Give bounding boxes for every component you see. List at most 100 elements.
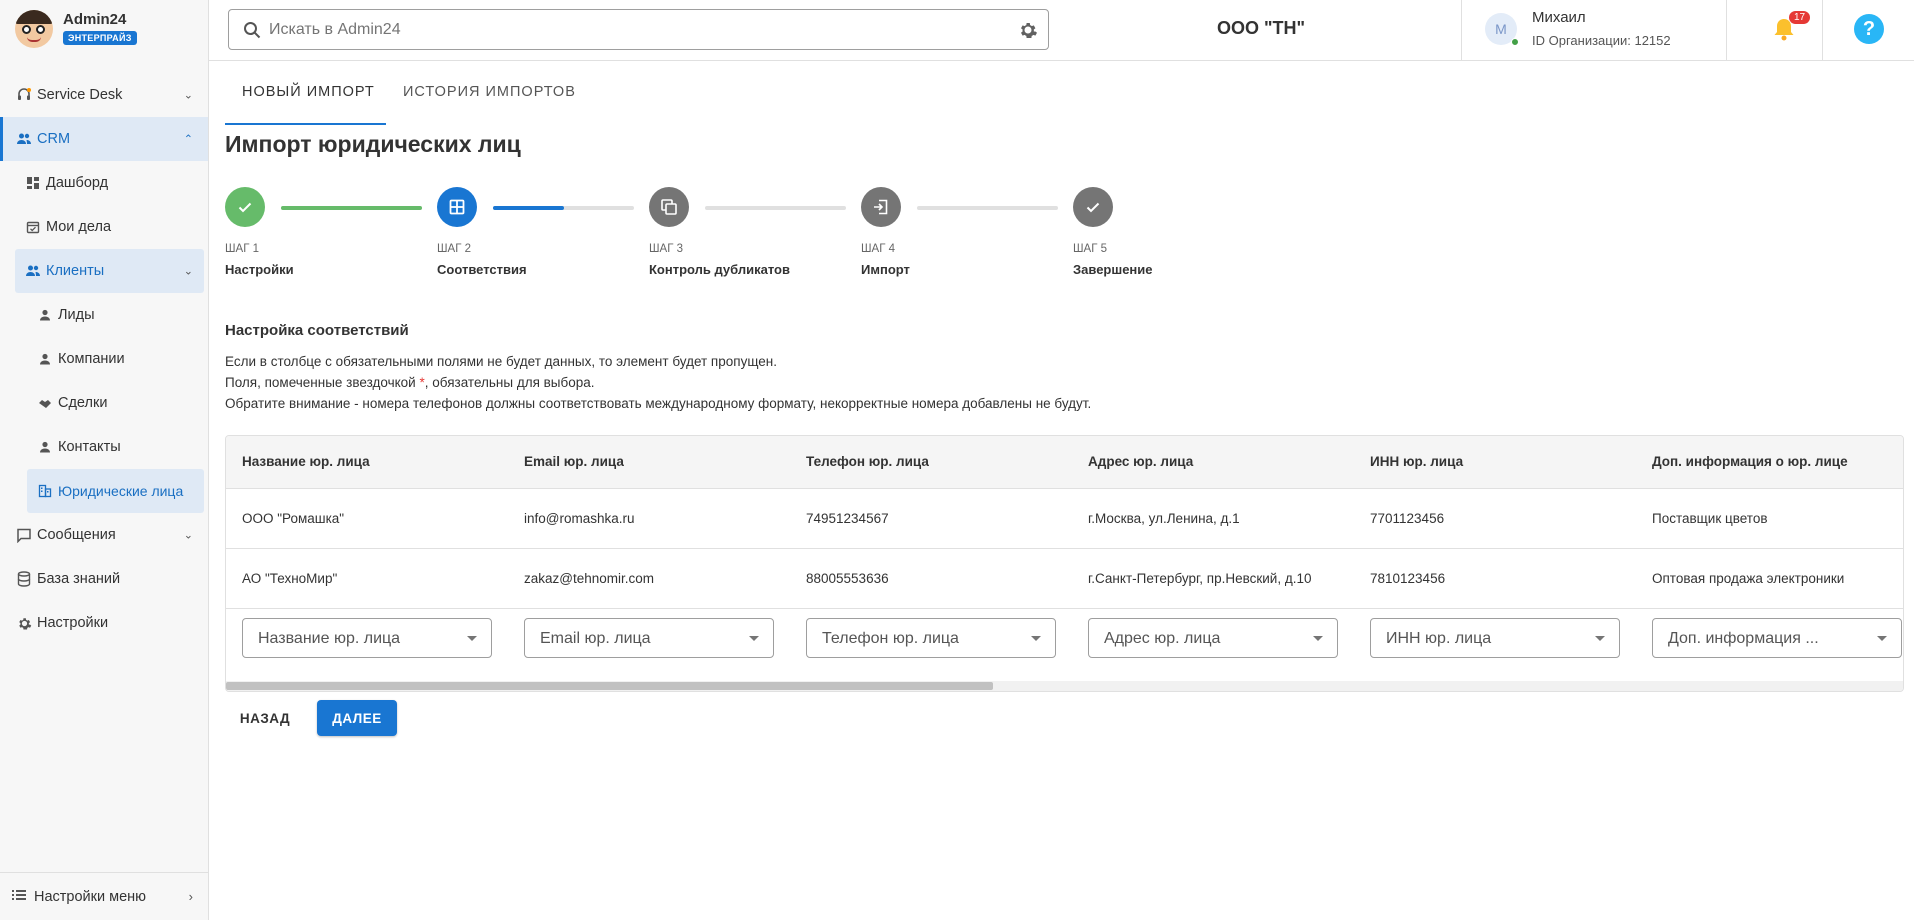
info-text-1: Если в столбце с обязательными полями не… xyxy=(225,354,777,369)
page-title: Импорт юридических лиц xyxy=(225,131,521,157)
database-icon xyxy=(15,570,33,588)
field-mapping-select[interactable]: Название юр. лица xyxy=(242,618,492,658)
brand-name: Admin24 xyxy=(63,11,127,28)
table-cell: info@romashka.ru xyxy=(524,511,635,526)
dropdown-arrow-icon xyxy=(1031,636,1041,641)
sidebar-item-my-tasks[interactable]: Мои дела xyxy=(0,205,208,249)
sidebar-item-crm[interactable]: CRM ⌃ xyxy=(0,117,208,161)
top-header: ООО "ТН" М Михаил ID Организации: 12152 … xyxy=(209,0,1914,61)
online-status-icon xyxy=(1511,38,1519,46)
app-root: Admin24 ЭНТЕРПРАЙЗ Service Desk ⌄ CRM ⌃ xyxy=(0,0,1914,920)
step-4-progress xyxy=(917,206,1058,210)
field-mapping-select[interactable]: Адрес юр. лица xyxy=(1088,618,1338,658)
section-title: Настройка соответствий xyxy=(225,322,409,339)
sidebar-item-companies[interactable]: Компании xyxy=(0,337,208,381)
table-cell: 88005553636 xyxy=(806,571,889,586)
sidebar-item-leads[interactable]: Лиды xyxy=(0,293,208,337)
sidebar-item-label: Дашборд xyxy=(46,175,109,191)
step-label: Завершение xyxy=(1073,262,1153,277)
check-icon xyxy=(1086,202,1100,213)
sidebar-nav: Service Desk ⌄ CRM ⌃ Дашборд Мои дела Кл… xyxy=(0,73,208,645)
person-icon xyxy=(36,350,54,368)
step-label: Настройки xyxy=(225,262,294,277)
sidebar-item-label: Клиенты xyxy=(46,263,105,279)
gear-icon xyxy=(15,614,33,632)
step-3-circle xyxy=(649,187,689,227)
people-icon xyxy=(15,130,33,148)
sidebar-item-contacts[interactable]: Контакты xyxy=(0,425,208,469)
dashboard-icon xyxy=(24,174,42,192)
sidebar-item-service-desk[interactable]: Service Desk ⌄ xyxy=(0,73,208,117)
notifications-button[interactable]: 17 xyxy=(1727,0,1823,61)
chevron-up-icon: ⌃ xyxy=(183,133,193,146)
sidebar-item-legal-entities[interactable]: Юридические лица xyxy=(27,469,204,513)
info-text-2: Поля, помеченные звездочкой *, обязатель… xyxy=(225,375,595,390)
main-content: НОВЫЙ ИМПОРТ ИСТОРИЯ ИМПОРТОВ Импорт юри… xyxy=(225,61,1905,736)
duplicate-icon xyxy=(661,199,677,215)
back-button[interactable]: НАЗАД xyxy=(225,700,305,736)
search-input[interactable] xyxy=(269,20,969,39)
field-mapping-select[interactable]: Доп. информация ... xyxy=(1652,618,1902,658)
field-mapping-select[interactable]: Email юр. лица xyxy=(524,618,774,658)
step-number: ШАГ 3 xyxy=(649,243,684,255)
step-5-circle xyxy=(1073,187,1113,227)
column-header: Название юр. лица xyxy=(242,454,370,469)
chevron-right-icon: › xyxy=(188,889,193,904)
check-icon xyxy=(238,202,252,213)
sidebar-item-settings[interactable]: Настройки xyxy=(0,601,208,645)
person-icon xyxy=(36,438,54,456)
user-name: Михаил xyxy=(1532,9,1586,26)
help-icon[interactable]: ? xyxy=(1854,14,1884,44)
sidebar-item-deals[interactable]: Сделки xyxy=(0,381,208,425)
step-1-circle xyxy=(225,187,265,227)
step-label: Контроль дубликатов xyxy=(649,262,790,277)
column-header: Доп. информация о юр. лице xyxy=(1652,454,1848,469)
column-header: Адрес юр. лица xyxy=(1088,454,1194,469)
field-mapping-select[interactable]: Телефон юр. лица xyxy=(806,618,1056,658)
sidebar-item-clients[interactable]: Клиенты ⌄ xyxy=(15,249,204,293)
sidebar-item-dashboard[interactable]: Дашборд xyxy=(0,161,208,205)
notifications-count-badge: 17 xyxy=(1789,11,1811,24)
table-cell: 7810123456 xyxy=(1370,571,1446,586)
sidebar-item-knowledge-base[interactable]: База знаний xyxy=(0,557,208,601)
table-cell: АО "ТехноМир" xyxy=(242,571,338,586)
dropdown-arrow-icon xyxy=(749,636,759,641)
table-cell: Поставщик цветов xyxy=(1652,511,1768,526)
chat-icon xyxy=(15,526,33,544)
tab-new-import[interactable]: НОВЫЙ ИМПОРТ xyxy=(242,84,375,100)
menu-settings-button[interactable]: Настройки меню › xyxy=(0,872,208,920)
organization-id: ID Организации: 12152 xyxy=(1532,33,1671,48)
step-number: ШАГ 5 xyxy=(1073,243,1108,255)
step-4-circle xyxy=(861,187,901,227)
menu-settings-label: Настройки меню xyxy=(34,888,147,905)
chevron-down-icon: ⌄ xyxy=(183,265,193,278)
tab-import-history[interactable]: ИСТОРИЯ ИМПОРТОВ xyxy=(403,84,576,100)
scrollbar-thumb[interactable] xyxy=(226,682,993,690)
mapping-select-row: Название юр. лица Email юр. лица Телефон… xyxy=(226,609,1903,669)
brand[interactable]: Admin24 ЭНТЕРПРАЙЗ xyxy=(0,0,208,57)
step-2-circle xyxy=(437,187,477,227)
step-label: Соответствия xyxy=(437,262,527,277)
dropdown-arrow-icon xyxy=(467,636,477,641)
horizontal-scrollbar[interactable] xyxy=(226,681,1903,691)
field-mapping-select[interactable]: ИНН юр. лица xyxy=(1370,618,1620,658)
sidebar-item-label: Компании xyxy=(58,351,125,367)
table-cell: ООО "Ромашка" xyxy=(242,511,345,526)
step-number: ШАГ 2 xyxy=(437,243,472,255)
import-tabs: НОВЫЙ ИМПОРТ ИСТОРИЯ ИМПОРТОВ xyxy=(225,61,1905,125)
organization-title[interactable]: ООО "ТН" xyxy=(1217,18,1305,39)
brand-logo xyxy=(15,9,53,48)
headset-icon xyxy=(15,86,33,104)
handshake-icon xyxy=(36,394,54,412)
info-text-3: Обратите внимание - номера телефонов дол… xyxy=(225,396,1092,411)
step-2-progress-fill xyxy=(493,206,564,210)
search-settings-icon[interactable] xyxy=(1018,20,1038,40)
import-icon xyxy=(874,199,888,215)
dropdown-arrow-icon xyxy=(1595,636,1605,641)
search-bar[interactable] xyxy=(228,9,1049,50)
next-button[interactable]: ДАЛЕЕ xyxy=(317,700,397,736)
sidebar-item-messages[interactable]: Сообщения ⌄ xyxy=(0,513,208,557)
user-menu[interactable]: М Михаил ID Организации: 12152 xyxy=(1461,0,1727,61)
table-cell: Оптовая продажа электроники xyxy=(1652,571,1845,586)
plan-badge: ЭНТЕРПРАЙЗ xyxy=(63,31,137,45)
